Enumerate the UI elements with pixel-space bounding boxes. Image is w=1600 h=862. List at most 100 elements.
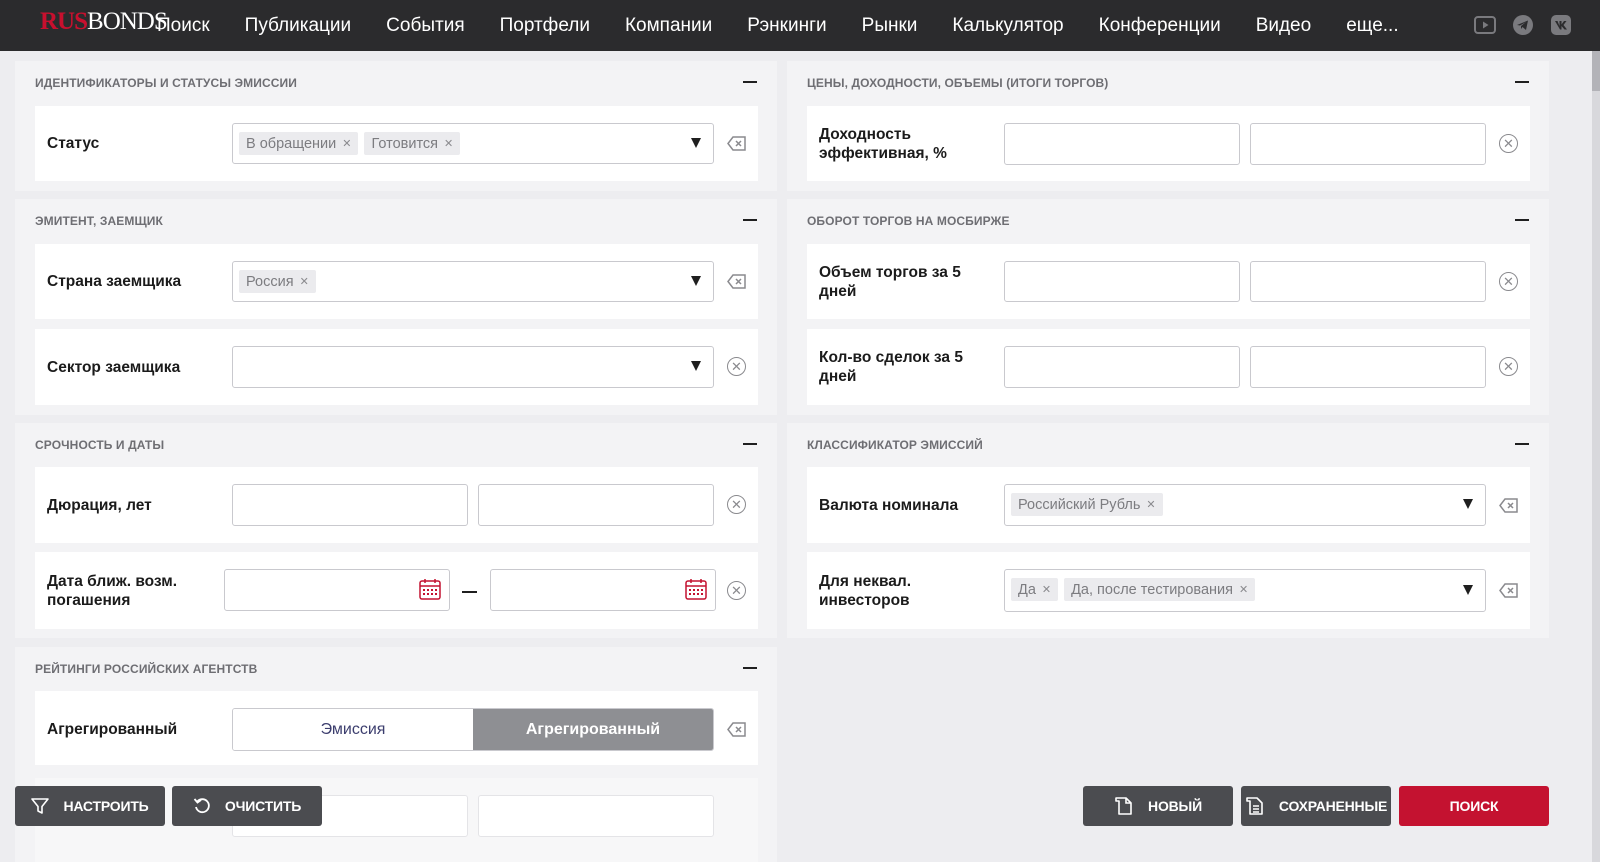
remove-tag-icon[interactable]: ✕ — [300, 275, 309, 288]
nav-item-portfolios[interactable]: Портфели — [500, 15, 590, 37]
collapse-button[interactable] — [743, 81, 757, 83]
collapse-button[interactable] — [743, 667, 757, 669]
dropdown-arrow-icon[interactable] — [691, 137, 701, 148]
clear-circle-icon[interactable]: ✕ — [1499, 134, 1518, 153]
nav-item-companies[interactable]: Компании — [625, 15, 712, 37]
clear-button[interactable]: ОЧИСТИТЬ — [172, 786, 322, 826]
duration-to-input[interactable] — [478, 484, 714, 526]
nav-item-more[interactable]: еще... — [1346, 15, 1398, 37]
clear-circle-icon[interactable]: ✕ — [1499, 272, 1518, 291]
backspace-clear-icon[interactable] — [1499, 583, 1519, 603]
clear-circle-icon[interactable]: ✕ — [727, 495, 746, 514]
backspace-clear-icon[interactable] — [1499, 498, 1519, 518]
qualified-label: Для неквал. инвесторов — [819, 572, 911, 610]
calendar-icon[interactable] — [418, 577, 442, 606]
currency-label: Валюта номинала — [819, 497, 959, 514]
section-title: ЭМИТЕНТ, ЗАЕМЩИК — [35, 214, 163, 228]
telegram-icon[interactable] — [1512, 14, 1534, 36]
filter-row-maturity: Дата ближ. возм. погашения ✕ — [35, 552, 758, 629]
reset-icon — [193, 798, 210, 814]
top-navbar: RUSBONDS Поиск Публикации События Портфе… — [0, 0, 1600, 51]
new-document-icon — [1115, 797, 1132, 815]
volume-to-input[interactable] — [1250, 261, 1486, 302]
nav-item-events[interactable]: События — [386, 15, 464, 37]
remove-tag-icon[interactable]: ✕ — [342, 137, 351, 150]
nav-item-calculator[interactable]: Калькулятор — [952, 15, 1063, 37]
status-tag: Готовится ✕ — [364, 132, 461, 155]
dropdown-arrow-icon[interactable] — [1463, 499, 1473, 509]
clear-circle-icon[interactable]: ✕ — [727, 357, 746, 376]
yield-label-line: Доходность — [819, 126, 912, 143]
collapse-button[interactable] — [1515, 443, 1529, 445]
status-tag: В обращении ✕ — [239, 132, 359, 155]
remove-tag-icon[interactable]: ✕ — [1146, 498, 1155, 511]
status-label: Статус — [47, 135, 100, 152]
nav-item-markets[interactable]: Рынки — [862, 15, 918, 37]
collapse-button[interactable] — [1515, 81, 1529, 83]
nav-item-conferences[interactable]: Конференции — [1099, 15, 1221, 37]
backspace-clear-icon[interactable] — [727, 722, 747, 742]
youtube-icon[interactable] — [1474, 14, 1496, 36]
filter-row-aggregated: Агрегированный Эмиссия Агрегированный — [35, 691, 758, 765]
page-scrollbar[interactable] — [1592, 51, 1600, 862]
nav-item-video[interactable]: Видео — [1256, 15, 1312, 37]
deals-from-input[interactable] — [1004, 346, 1240, 388]
dropdown-arrow-icon[interactable] — [1463, 584, 1473, 595]
section-ratings: РЕЙТИНГИ РОССИЙСКИХ АГЕНТСТВ Агрегирован… — [15, 647, 777, 862]
country-select[interactable]: Россия ✕ — [232, 261, 714, 302]
yield-from-input[interactable] — [1004, 123, 1240, 165]
nav-item-rankings[interactable]: Рэнкинги — [747, 15, 826, 37]
social-links — [1474, 14, 1572, 36]
status-select[interactable]: В обращении ✕ Готовится ✕ — [232, 123, 714, 164]
deals-label-line: дней — [819, 368, 857, 385]
filter-row-duration: Дюрация, лет ✕ — [35, 467, 758, 543]
section-prices: ЦЕНЫ, ДОХОДНОСТИ, ОБЪЕМЫ (ИТОГИ ТОРГОВ) … — [787, 61, 1549, 191]
sector-select[interactable] — [232, 346, 714, 388]
volume-from-input[interactable] — [1004, 261, 1240, 302]
section-title: ЦЕНЫ, ДОХОДНОСТИ, ОБЪЕМЫ (ИТОГИ ТОРГОВ) — [807, 76, 1109, 90]
section-identifiers: ИДЕНТИФИКАТОРЫ И СТАТУСЫ ЭМИССИИ Статус … — [15, 61, 777, 191]
qualified-label-line: инвесторов — [819, 592, 910, 609]
calendar-icon[interactable] — [684, 577, 708, 606]
qualified-select[interactable]: Да ✕ Да, после тестирования ✕ — [1004, 569, 1486, 612]
clear-circle-icon[interactable]: ✕ — [1499, 357, 1518, 376]
filter-row-qualified: Для неквал. инвесторов Да ✕ Да, после тест… — [807, 552, 1530, 629]
saved-button[interactable]: СОХРАНЕННЫЕ — [1241, 786, 1391, 826]
collapse-button[interactable] — [743, 443, 757, 445]
remove-tag-icon[interactable]: ✕ — [1239, 583, 1248, 596]
remove-tag-icon[interactable]: ✕ — [1042, 583, 1051, 596]
section-title: ОБОРОТ ТОРГОВ НА МОСБИРЖЕ — [807, 214, 1010, 228]
backspace-clear-icon[interactable] — [727, 274, 747, 294]
clear-label: ОЧИСТИТЬ — [224, 798, 302, 814]
maturity-label-line: Дата ближ. возм. — [47, 573, 178, 590]
collapse-button[interactable] — [1515, 219, 1529, 221]
duration-from-input[interactable] — [232, 484, 468, 526]
scrollbar-thumb[interactable] — [1592, 51, 1600, 91]
remove-tag-icon[interactable]: ✕ — [444, 137, 453, 150]
dropdown-arrow-icon[interactable] — [691, 275, 701, 286]
configure-button[interactable]: НАСТРОИТЬ — [15, 786, 165, 826]
backspace-clear-icon[interactable] — [727, 136, 747, 156]
yield-to-input[interactable] — [1250, 123, 1486, 165]
dropdown-arrow-icon[interactable] — [691, 361, 701, 371]
maturity-label-line: погашения — [47, 592, 131, 609]
rusbonds-logo[interactable]: RUSBONDS — [40, 8, 168, 36]
toggle-option-aggregated[interactable]: Агрегированный — [473, 709, 713, 750]
toggle-option-emission[interactable]: Эмиссия — [233, 709, 473, 750]
vk-icon[interactable] — [1550, 14, 1572, 36]
nav-item-publications[interactable]: Публикации — [245, 15, 352, 37]
maturity-from-input[interactable] — [224, 569, 450, 611]
range-to-input[interactable] — [478, 795, 714, 837]
new-button[interactable]: НОВЫЙ — [1083, 786, 1233, 826]
deals-to-input[interactable] — [1250, 346, 1486, 388]
sector-label: Сектор заемщика — [47, 359, 181, 376]
rating-mode-toggle[interactable]: Эмиссия Агрегированный — [232, 708, 714, 751]
maturity-to-input[interactable] — [490, 569, 716, 611]
clear-circle-icon[interactable]: ✕ — [727, 581, 746, 600]
search-button[interactable]: ПОИСК — [1399, 786, 1549, 826]
tag-text: Да, после тестирования — [1071, 581, 1233, 598]
deals-label-line: Кол-во сделок за 5 — [819, 349, 963, 366]
currency-select[interactable]: Российский Рубль ✕ — [1004, 484, 1486, 526]
collapse-button[interactable] — [743, 219, 757, 221]
nav-item-search[interactable]: Поиск — [157, 15, 210, 37]
